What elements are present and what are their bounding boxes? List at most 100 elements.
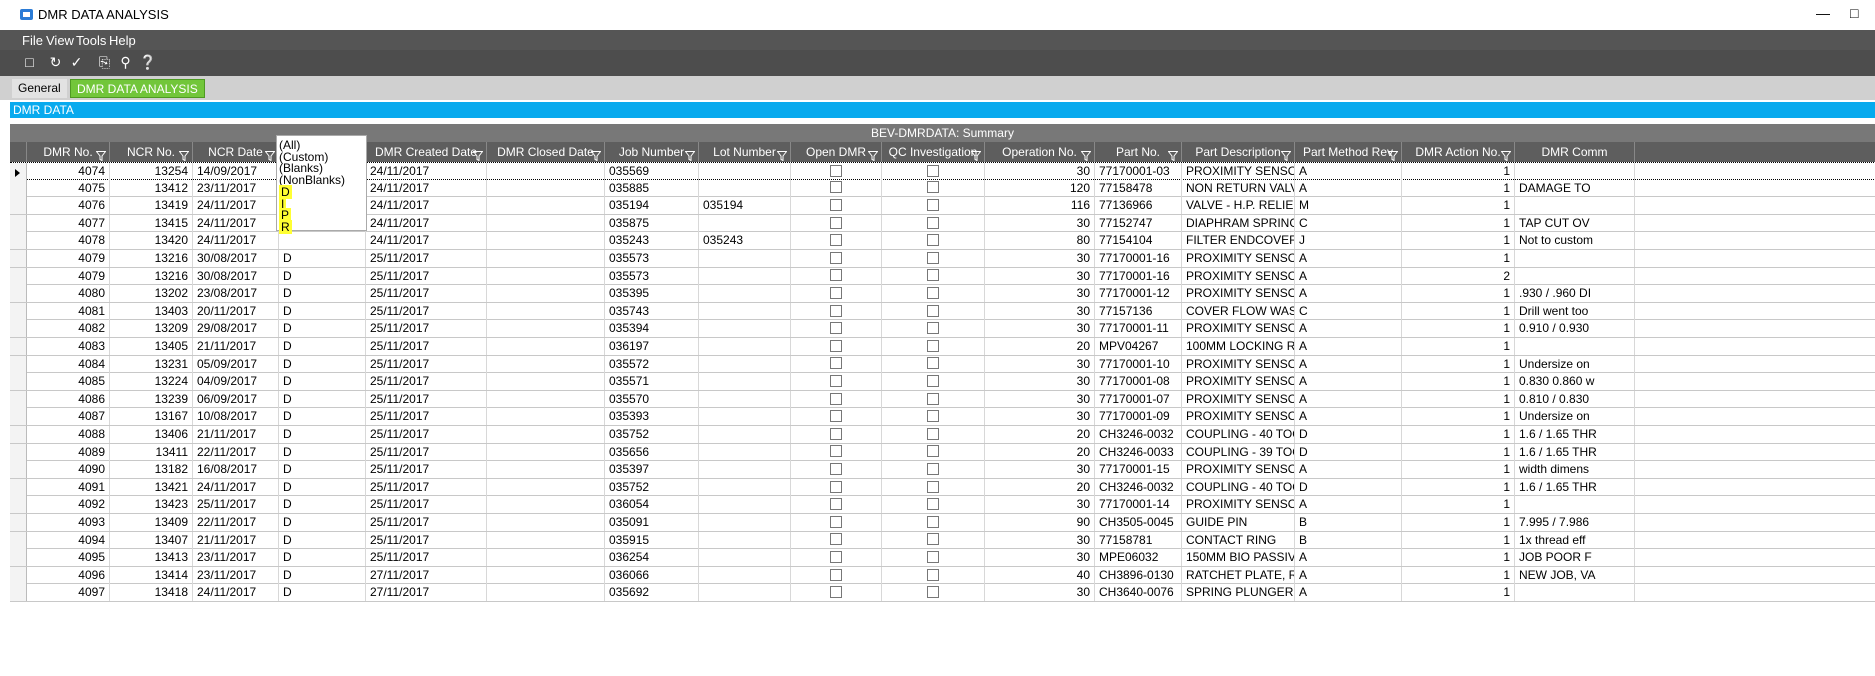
menu-help[interactable]: Help bbox=[109, 33, 136, 48]
checkbox[interactable] bbox=[927, 304, 939, 317]
filter-icon[interactable] bbox=[684, 147, 696, 162]
checkbox[interactable] bbox=[927, 410, 939, 423]
menu-file[interactable]: File bbox=[22, 33, 43, 48]
filter-icon[interactable] bbox=[970, 147, 982, 162]
row-selector[interactable] bbox=[10, 320, 27, 338]
checkbox[interactable] bbox=[927, 357, 939, 370]
row-selector[interactable] bbox=[10, 478, 27, 496]
cell-qc-investigation[interactable] bbox=[882, 267, 985, 285]
filter-icon[interactable] bbox=[1167, 147, 1179, 162]
column-header-operation-no[interactable]: Operation No. bbox=[985, 142, 1095, 162]
minimize-button[interactable]: — bbox=[1816, 5, 1830, 21]
filter-icon[interactable] bbox=[1080, 147, 1092, 162]
checkbox[interactable] bbox=[830, 339, 842, 352]
table-row[interactable]: 4088 13406 21/11/2017 D 25/11/2017 035752 20 CH… bbox=[10, 426, 1875, 444]
checkbox[interactable] bbox=[927, 164, 939, 177]
checkbox[interactable] bbox=[830, 164, 842, 177]
column-header-dmr-created-date[interactable]: DMR Created Date bbox=[366, 142, 487, 162]
cell-open-dmr[interactable] bbox=[791, 373, 882, 391]
table-row[interactable]: 4087 13167 10/08/2017 D 25/11/2017 035393 30 77… bbox=[10, 408, 1875, 426]
checkbox[interactable] bbox=[927, 480, 939, 493]
cell-open-dmr[interactable] bbox=[791, 338, 882, 355]
checkbox[interactable] bbox=[830, 498, 842, 511]
filter-icon[interactable] bbox=[95, 147, 107, 162]
checkbox[interactable] bbox=[927, 234, 939, 247]
filter-icon[interactable] bbox=[776, 147, 788, 162]
cell-open-dmr[interactable] bbox=[791, 320, 882, 338]
filter-icon[interactable] bbox=[1387, 147, 1399, 162]
cell-qc-investigation[interactable] bbox=[882, 426, 985, 443]
checkbox[interactable] bbox=[927, 269, 939, 282]
checkbox[interactable] bbox=[830, 357, 842, 370]
checkbox[interactable] bbox=[830, 427, 842, 440]
checkbox[interactable] bbox=[927, 199, 939, 212]
maximize-button[interactable]: □ bbox=[1850, 5, 1858, 21]
column-header-dmr-closed-date[interactable]: DMR Closed Date bbox=[487, 142, 605, 162]
table-row[interactable]: 4086 13239 06/09/2017 D 25/11/2017 035570 30 77… bbox=[10, 390, 1875, 409]
checkbox[interactable] bbox=[927, 322, 939, 335]
checkbox[interactable] bbox=[830, 269, 842, 282]
cell-qc-investigation[interactable] bbox=[882, 355, 985, 373]
row-selector[interactable] bbox=[10, 584, 27, 602]
checkbox[interactable] bbox=[830, 515, 842, 528]
checkbox[interactable] bbox=[927, 216, 939, 229]
cell-open-dmr[interactable] bbox=[791, 232, 882, 250]
checkbox[interactable] bbox=[927, 586, 939, 599]
checkbox[interactable] bbox=[927, 498, 939, 511]
cell-qc-investigation[interactable] bbox=[882, 531, 985, 549]
table-row[interactable]: 4091 13421 24/11/2017 D 25/11/2017 035752 20 CH… bbox=[10, 478, 1875, 497]
checkbox[interactable] bbox=[830, 480, 842, 493]
checkbox[interactable] bbox=[927, 568, 939, 581]
cell-qc-investigation[interactable] bbox=[882, 584, 985, 602]
table-row[interactable]: 4095 13413 23/11/2017 D 25/11/2017 036254 30 MP… bbox=[10, 549, 1875, 567]
cell-qc-investigation[interactable] bbox=[882, 232, 985, 250]
cell-qc-investigation[interactable] bbox=[882, 285, 985, 303]
tab-dmr-data-analysis[interactable]: DMR DATA ANALYSIS bbox=[70, 79, 205, 98]
cell-open-dmr[interactable] bbox=[791, 267, 882, 285]
column-header-job-number[interactable]: Job Number bbox=[605, 142, 699, 162]
row-selector[interactable] bbox=[10, 163, 27, 180]
table-row[interactable]: 4081 13403 20/11/2017 D 25/11/2017 035743 30 77… bbox=[10, 302, 1875, 321]
checkbox[interactable] bbox=[927, 445, 939, 458]
tab-general[interactable]: General bbox=[12, 79, 67, 98]
row-selector[interactable] bbox=[10, 302, 27, 320]
cell-open-dmr[interactable] bbox=[791, 197, 882, 215]
cell-qc-investigation[interactable] bbox=[882, 478, 985, 496]
checkbox[interactable] bbox=[830, 234, 842, 247]
table-row[interactable]: 4094 13407 21/11/2017 D 25/11/2017 035915 30 77… bbox=[10, 531, 1875, 550]
cell-open-dmr[interactable] bbox=[791, 566, 882, 584]
row-selector[interactable] bbox=[10, 197, 27, 215]
table-row[interactable]: 4096 13414 23/11/2017 D 27/11/2017 036066 40 CH… bbox=[10, 566, 1875, 585]
table-row[interactable]: 4082 13209 29/08/2017 D 25/11/2017 035394 30 77… bbox=[10, 320, 1875, 338]
table-row[interactable]: 4090 13182 16/08/2017 D 25/11/2017 035397 30 77… bbox=[10, 461, 1875, 479]
ncr-type-filter-dropdown[interactable]: (All) (Custom) (Blanks) (NonBlanks) D I P R bbox=[276, 135, 367, 234]
row-selector[interactable] bbox=[10, 267, 27, 285]
table-row[interactable]: 4093 13409 22/11/2017 D 25/11/2017 035091 90 CH… bbox=[10, 514, 1875, 532]
row-selector[interactable] bbox=[10, 232, 27, 250]
checkbox[interactable] bbox=[830, 533, 842, 546]
print-icon[interactable]: ⎘ bbox=[96, 54, 113, 71]
checkbox[interactable] bbox=[830, 375, 842, 388]
cell-open-dmr[interactable] bbox=[791, 355, 882, 373]
table-row[interactable]: 4079 13216 30/08/2017 D 25/11/2017 035573 30 77… bbox=[10, 250, 1875, 268]
cell-qc-investigation[interactable] bbox=[882, 514, 985, 531]
column-header-dmr-action-no[interactable]: DMR Action No. bbox=[1402, 142, 1515, 162]
menu-tools[interactable]: Tools bbox=[76, 33, 106, 48]
checkbox[interactable] bbox=[830, 568, 842, 581]
cell-qc-investigation[interactable] bbox=[882, 408, 985, 426]
checkbox[interactable] bbox=[830, 199, 842, 212]
cell-qc-investigation[interactable] bbox=[882, 390, 985, 408]
checkbox[interactable] bbox=[927, 339, 939, 352]
row-selector[interactable] bbox=[10, 214, 27, 232]
filter-icon[interactable] bbox=[1280, 147, 1292, 162]
checkbox[interactable] bbox=[927, 551, 939, 564]
cell-open-dmr[interactable] bbox=[791, 496, 882, 514]
row-selector[interactable] bbox=[10, 514, 27, 531]
checkbox[interactable] bbox=[830, 322, 842, 335]
table-row[interactable]: 4084 13231 05/09/2017 D 25/11/2017 035572 30 77… bbox=[10, 355, 1875, 374]
cell-open-dmr[interactable] bbox=[791, 214, 882, 232]
filter-icon[interactable] bbox=[472, 147, 484, 162]
row-selector[interactable] bbox=[10, 566, 27, 584]
column-header-lot-number[interactable]: Lot Number bbox=[699, 142, 791, 162]
row-selector[interactable] bbox=[10, 426, 27, 443]
